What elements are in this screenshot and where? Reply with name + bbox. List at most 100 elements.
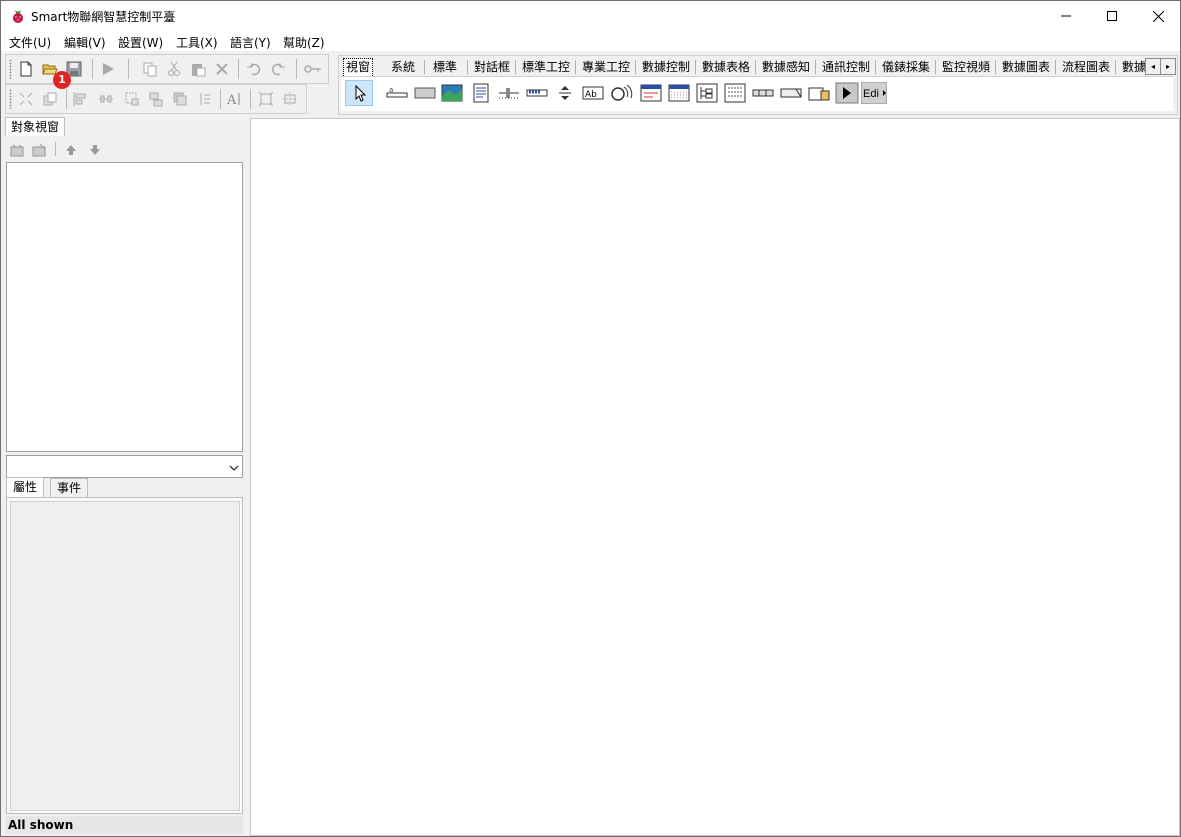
treeview-component-icon[interactable] <box>695 82 719 104</box>
palette-tab-comm[interactable]: 通訊控制 <box>820 58 872 76</box>
paste-icon[interactable] <box>190 61 206 77</box>
palette-tab-pro-ic[interactable]: 專業工控 <box>580 58 632 76</box>
toolbar-grip[interactable] <box>9 59 12 79</box>
listview-component-icon[interactable] <box>723 82 747 104</box>
memo-component-icon[interactable] <box>469 82 493 104</box>
palette-tab-data-sense[interactable]: 數據感知 <box>760 58 812 76</box>
palette-tab-data-control[interactable]: 數據控制 <box>640 58 692 76</box>
form-component-icon[interactable] <box>639 82 663 104</box>
same-size-icon[interactable] <box>148 91 164 107</box>
palette-tab-video[interactable]: 監控視頻 <box>940 58 992 76</box>
tab-separator <box>1115 60 1116 74</box>
label-component-icon[interactable]: a <box>385 82 409 104</box>
edit-component-label: Edi <box>863 88 879 100</box>
tab-object-window[interactable]: 對象視窗 <box>5 117 66 137</box>
move-down-icon[interactable] <box>87 142 103 158</box>
maximize-button[interactable] <box>1089 1 1135 31</box>
svg-text:A: A <box>226 93 237 107</box>
space-equal-icon[interactable] <box>98 91 114 107</box>
menu-file[interactable]: 文件(U) <box>9 34 51 51</box>
progressbar-component-icon[interactable] <box>525 82 549 104</box>
panel-component-icon[interactable] <box>413 82 437 104</box>
align-center-icon[interactable] <box>18 91 34 107</box>
palette-tab-standard-ic[interactable]: 標準工控 <box>520 58 572 76</box>
palette-tab-chart[interactable]: 數據圖表 <box>1000 58 1052 76</box>
tab-scroll-left-button[interactable]: ◂ <box>1145 58 1161 75</box>
palette-tab-flowchart[interactable]: 流程圖表 <box>1060 58 1112 76</box>
object-toolbar <box>5 136 243 162</box>
tab-separator <box>695 60 696 74</box>
tab-scroll-right-button[interactable]: ▸ <box>1160 58 1176 75</box>
tab-separator <box>575 60 576 74</box>
image-component-icon[interactable] <box>440 82 464 104</box>
tab-separator <box>995 60 996 74</box>
move-up-icon[interactable] <box>63 142 79 158</box>
menu-help[interactable]: 幫助(Z) <box>283 34 325 51</box>
design-canvas[interactable] <box>250 118 1180 836</box>
toolbar-separator <box>92 59 93 79</box>
window-title: Smart物聯網智慧控制平臺 <box>31 10 176 24</box>
palette-tab-standard[interactable]: 標準 <box>431 58 459 76</box>
menu-settings[interactable]: 設置(W) <box>118 34 163 51</box>
tab-separator <box>467 60 468 74</box>
delete-icon[interactable] <box>214 61 230 77</box>
property-grid-body[interactable] <box>10 501 240 811</box>
object-selector-dropdown[interactable] <box>6 455 243 478</box>
main-window: Smart物聯網智慧控制平臺 文件(U) 編輯(V) 設置(W) 工具(X) 語… <box>0 0 1181 837</box>
tab-properties[interactable]: 屬性 <box>6 477 45 498</box>
copy-icon[interactable] <box>142 61 158 77</box>
undo-icon[interactable] <box>246 61 262 77</box>
pointer-tool-icon[interactable] <box>345 80 373 106</box>
palette-tab-data-grid[interactable]: 數據表格 <box>700 58 752 76</box>
header-component-icon[interactable] <box>779 82 803 104</box>
palette-tabs: 視窗 系統 標準 對話框 標準工控 專業工控 數據控制 數據表格 數據感知 通訊… <box>341 58 1149 76</box>
tab-separator <box>424 60 425 74</box>
align-grid-icon[interactable] <box>124 91 140 107</box>
toolbar-grip[interactable] <box>9 89 12 109</box>
trackbar-component-icon[interactable] <box>497 82 521 104</box>
search-component-icon[interactable] <box>609 82 633 104</box>
fit-width-icon[interactable] <box>258 91 274 107</box>
tab-order-icon[interactable] <box>196 91 212 107</box>
font-icon[interactable]: A <box>226 91 242 108</box>
group-icon[interactable] <box>172 91 188 107</box>
bring-front-icon[interactable] <box>42 91 58 107</box>
edit-text-component-icon[interactable]: Ab <box>581 82 605 104</box>
palette-tab-dialog[interactable]: 對話框 <box>472 58 512 76</box>
run-icon[interactable] <box>100 61 116 77</box>
property-tabs: 屬性 事件 <box>6 477 241 498</box>
palette-tab-more[interactable]: 數據 <box>1120 58 1148 76</box>
new-file-icon[interactable] <box>18 61 34 77</box>
object-tree[interactable] <box>6 162 243 452</box>
cut-icon[interactable] <box>166 61 182 77</box>
menu-edit[interactable]: 編輯(V) <box>64 34 106 51</box>
calendar-component-icon[interactable] <box>667 82 691 104</box>
tab-separator <box>1055 60 1056 74</box>
edit-component-icon[interactable]: Edi <box>860 81 888 105</box>
add-object-icon[interactable] <box>9 142 25 158</box>
remove-object-icon[interactable] <box>31 142 47 158</box>
spinner-component-icon[interactable] <box>553 82 577 104</box>
title-bar: Smart物聯網智慧控制平臺 <box>1 1 1180 31</box>
pagecontrol-component-icon[interactable] <box>807 82 831 104</box>
palette-tab-instrument[interactable]: 儀錶採集 <box>880 58 932 76</box>
menu-language[interactable]: 語言(Y) <box>230 34 271 51</box>
media-player-component-icon[interactable] <box>835 82 859 104</box>
align-left-icon[interactable] <box>72 91 88 107</box>
statusbar-component-icon[interactable] <box>751 82 775 104</box>
menu-tools[interactable]: 工具(X) <box>176 34 218 51</box>
toolbar-separator <box>220 89 221 109</box>
fit-height-icon[interactable] <box>282 91 298 107</box>
toolbar-separator <box>66 89 67 109</box>
status-text: All shown <box>6 816 243 834</box>
svg-text:Ab: Ab <box>585 90 597 100</box>
tab-events[interactable]: 事件 <box>50 478 89 498</box>
toolbar-separator <box>250 89 251 109</box>
close-button[interactable] <box>1135 1 1180 31</box>
palette-tab-window[interactable]: 視窗 <box>343 58 374 76</box>
key-icon[interactable] <box>304 61 321 77</box>
palette-tab-system[interactable]: 系統 <box>389 58 417 76</box>
minimize-button[interactable] <box>1043 1 1089 31</box>
redo-icon[interactable] <box>270 61 286 77</box>
toolbar-separator <box>128 59 129 79</box>
